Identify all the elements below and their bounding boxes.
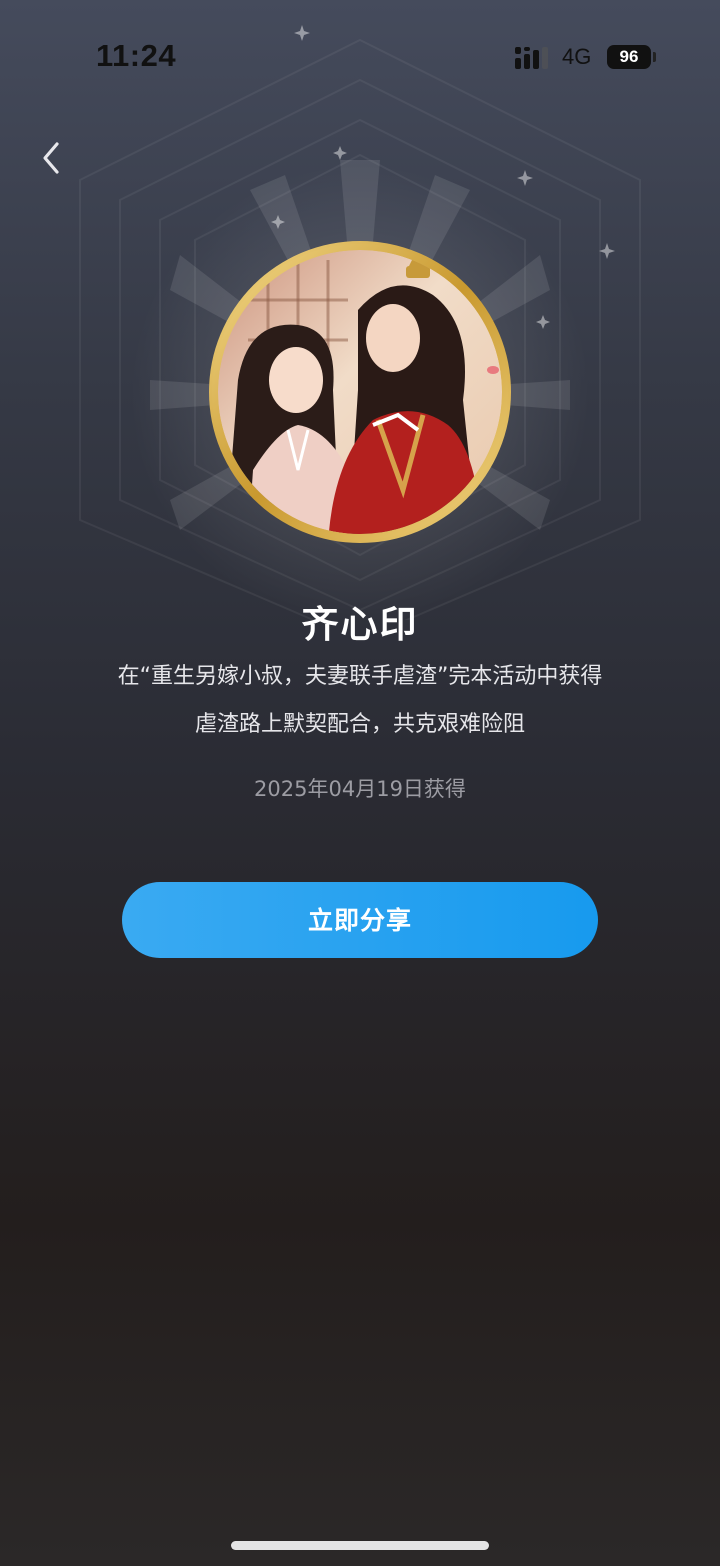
badge-title: 齐心印 [301,603,419,646]
badge-description-line1: 在“重生另嫁小叔，夫妻联手虐渣”完本活动中获得 [117,664,603,689]
status-bar: 11:24 4G 96 [0,0,720,110]
network-type: 4G [562,44,592,69]
home-indicator[interactable] [231,1541,489,1550]
signal-bars-icon [515,47,548,69]
status-time: 11:24 [96,38,177,73]
chevron-left-icon [43,142,59,174]
share-button[interactable]: 立即分享 [122,882,598,958]
back-button[interactable] [30,136,74,180]
badge-image [208,240,512,544]
battery-icon: 96 [607,45,651,69]
badge-description-line2: 虐渣路上默契配合，共克艰难险阻 [194,712,525,737]
battery-tip [653,52,656,62]
badge-illustration [209,241,511,543]
obtained-date: 2025年04月19日获得 [254,777,466,801]
